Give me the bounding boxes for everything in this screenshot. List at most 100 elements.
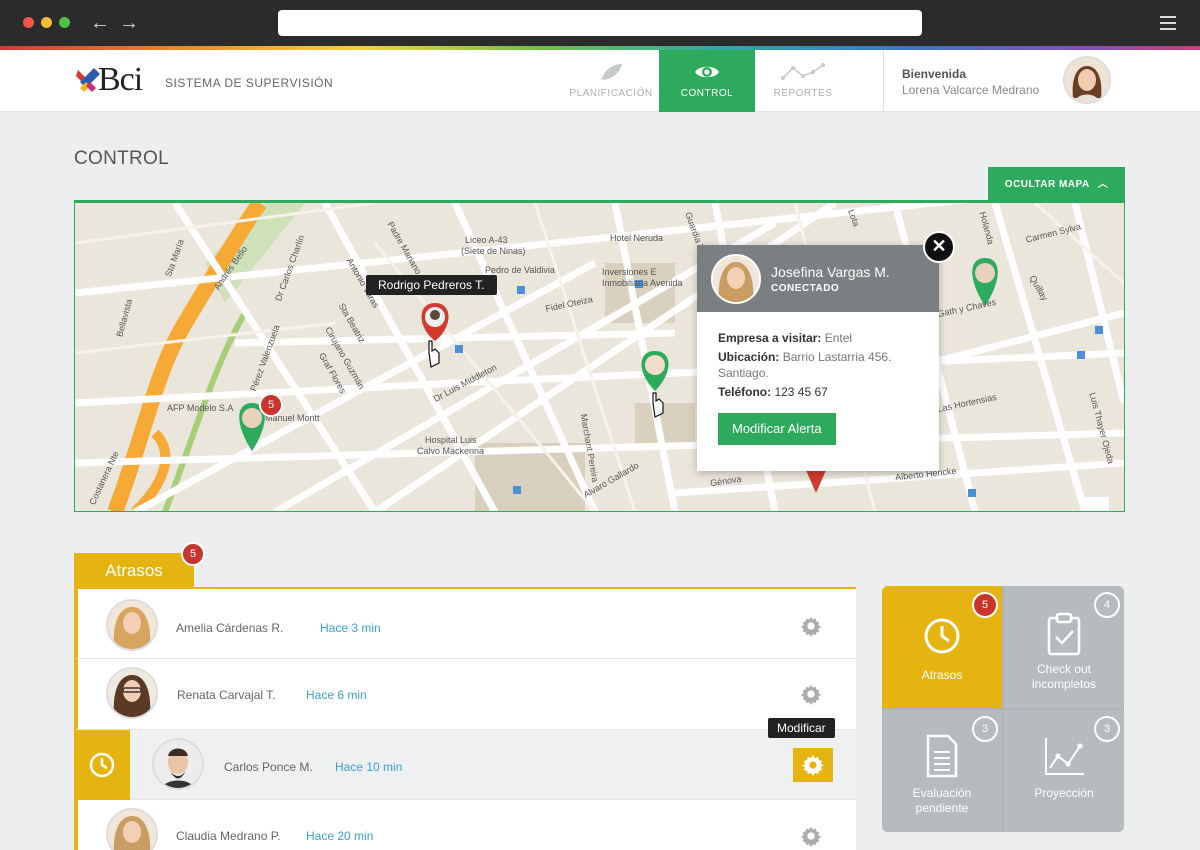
clipboard-check-icon — [1047, 612, 1081, 656]
app-header: Bci SISTEMA DE SUPERVISIÓN PLANIFICACIÓN… — [0, 50, 1200, 112]
list-item[interactable]: Claudia Medrano P. Hace 20 min — [74, 800, 856, 850]
map-cluster-badge[interactable]: 5 — [259, 393, 283, 417]
popup-status: CONECTADO — [771, 283, 840, 294]
system-name: SISTEMA DE SUPERVISIÓN — [165, 76, 334, 90]
woman-avatar-icon — [1065, 58, 1109, 102]
gear-icon — [802, 755, 824, 776]
employee-name: Claudia Medrano P. — [176, 829, 281, 843]
popup-header: Josefina Vargas M. CONECTADO — [697, 245, 939, 312]
telefono-label: Teléfono: — [718, 385, 772, 399]
map-label: AFP Modelo S.A — [167, 403, 234, 413]
delay-time: Hace 20 min — [306, 829, 374, 843]
map-base — [75, 203, 1124, 511]
atrasos-list: Amelia Cárdenas R. Hace 3 min Renata Car… — [74, 587, 856, 850]
tab-atrasos[interactable]: Atrasos — [74, 553, 194, 588]
tile-label: Evaluación pendiente — [912, 786, 972, 815]
hide-map-button[interactable]: OCULTAR MAPA ︿ — [988, 167, 1125, 203]
close-window-button[interactable] — [23, 17, 34, 28]
tile-atrasos[interactable]: 5 Atrasos — [882, 586, 1002, 708]
employee-name: Carlos Ponce M. — [224, 760, 313, 774]
rocket-icon — [600, 64, 622, 80]
close-icon[interactable]: ✕ — [923, 231, 955, 263]
modify-alert-button[interactable]: Modificar Alerta — [718, 413, 836, 445]
map-label: Pedro de Valdivia — [485, 265, 555, 275]
logo-text: Bci — [98, 61, 143, 98]
delay-time: Hace 3 min — [320, 621, 381, 635]
user-name: Lorena Valcarce Medrano — [902, 83, 1040, 97]
hide-map-label: OCULTAR MAPA — [1004, 179, 1090, 190]
avatar — [106, 667, 158, 719]
map-label: Liceo A-43 — [465, 235, 508, 245]
top-navigation: PLANIFICACIÓN CONTROL REPORTES — [563, 50, 851, 112]
woman-avatar-icon — [713, 256, 759, 302]
tile-label: Proyección — [1034, 786, 1094, 800]
welcome-text: Bienvenida — [902, 67, 967, 81]
browser-chrome: ← → — [0, 0, 1200, 46]
eye-icon — [695, 66, 719, 78]
modify-tooltip: Modificar — [768, 718, 835, 738]
nav-control[interactable]: CONTROL — [659, 50, 755, 112]
woman-avatar-icon — [108, 669, 156, 717]
clock-icon — [924, 618, 960, 654]
maximize-window-button[interactable] — [59, 17, 70, 28]
map-label: Hotel Neruda — [610, 233, 664, 243]
alert-tiles: 5 Atrasos 4 Check out incompletos 3 Eval… — [882, 586, 1124, 832]
document-icon — [926, 734, 958, 778]
empresa-value: Entel — [824, 331, 853, 345]
ubicacion-label: Ubicación: — [718, 350, 780, 364]
tile-label: Check out incompletos — [1031, 662, 1097, 691]
nav-planificacion[interactable]: PLANIFICACIÓN — [563, 50, 659, 112]
delay-clock-marker — [74, 730, 130, 800]
atrasos-count-badge: 5 — [181, 542, 205, 566]
nav-label: CONTROL — [680, 88, 734, 99]
tile-count-badge: 3 — [972, 716, 998, 742]
hamburger-menu-icon[interactable] — [1160, 16, 1176, 30]
nav-label: REPORTES — [773, 88, 833, 99]
chevron-up-icon: ︿ — [1097, 179, 1109, 190]
empresa-label: Empresa a visitar: — [718, 331, 822, 345]
line-chart-icon — [1045, 738, 1084, 775]
map-label: Calvo Mackenna — [417, 446, 485, 456]
popup-name: Josefina Vargas M. — [771, 264, 890, 280]
tile-count-badge: 4 — [1094, 592, 1120, 618]
tile-evaluacion[interactable]: 3 Evaluación pendiente — [882, 710, 1002, 832]
user-avatar[interactable] — [1063, 56, 1111, 104]
tile-count-badge: 3 — [1094, 716, 1120, 742]
list-item[interactable]: Amelia Cárdenas R. Hace 3 min — [74, 589, 856, 659]
man-avatar-icon — [154, 740, 202, 788]
employee-popup: Josefina Vargas M. CONECTADO Empresa a v… — [697, 245, 939, 471]
nav-label: PLANIFICACIÓN — [569, 88, 653, 99]
avatar — [106, 599, 158, 651]
tile-checkout[interactable]: 4 Check out incompletos — [1004, 586, 1124, 708]
delay-time: Hace 6 min — [306, 688, 367, 702]
tile-count-badge: 5 — [972, 592, 998, 618]
telefono-value: 123 45 67 — [774, 385, 828, 399]
address-bar[interactable] — [278, 10, 922, 36]
popup-avatar — [711, 254, 761, 304]
map-view[interactable]: Liceo A-43 (Siete de Ninas) Hotel Neruda… — [74, 200, 1125, 512]
woman-avatar-icon — [108, 601, 156, 649]
tile-proyeccion[interactable]: 3 Proyección — [1004, 710, 1124, 832]
gear-icon[interactable] — [800, 615, 822, 637]
line-chart-icon — [781, 63, 825, 80]
map-label: Inmobiliaria Avenida — [602, 278, 683, 288]
map-label: Inversiones E — [602, 267, 657, 277]
map-pin-tooltip: Rodrigo Pedreros T. — [366, 275, 497, 295]
minimize-window-button[interactable] — [41, 17, 52, 28]
page-title: CONTROL — [74, 148, 169, 169]
gear-icon[interactable] — [800, 683, 822, 705]
forward-arrow-icon[interactable]: → — [119, 11, 139, 35]
list-item[interactable]: Renata Carvajal T. Hace 6 min — [74, 659, 856, 730]
map-label: Hospital Luis — [425, 435, 477, 445]
welcome-block: Bienvenida Lorena Valcarce Medrano — [902, 67, 1039, 97]
modify-button[interactable] — [793, 748, 833, 782]
back-arrow-icon[interactable]: ← — [90, 11, 110, 35]
nav-reportes[interactable]: REPORTES — [755, 50, 851, 112]
woman-avatar-icon — [108, 810, 156, 850]
list-item-selected[interactable]: Carlos Ponce M. Hace 10 min — [74, 730, 856, 800]
employee-name: Amelia Cárdenas R. — [176, 621, 284, 635]
popup-body: Empresa a visitar: Entel Ubicación: Barr… — [697, 312, 939, 445]
header-divider — [883, 50, 884, 112]
avatar — [152, 738, 204, 790]
gear-icon[interactable] — [800, 825, 822, 847]
